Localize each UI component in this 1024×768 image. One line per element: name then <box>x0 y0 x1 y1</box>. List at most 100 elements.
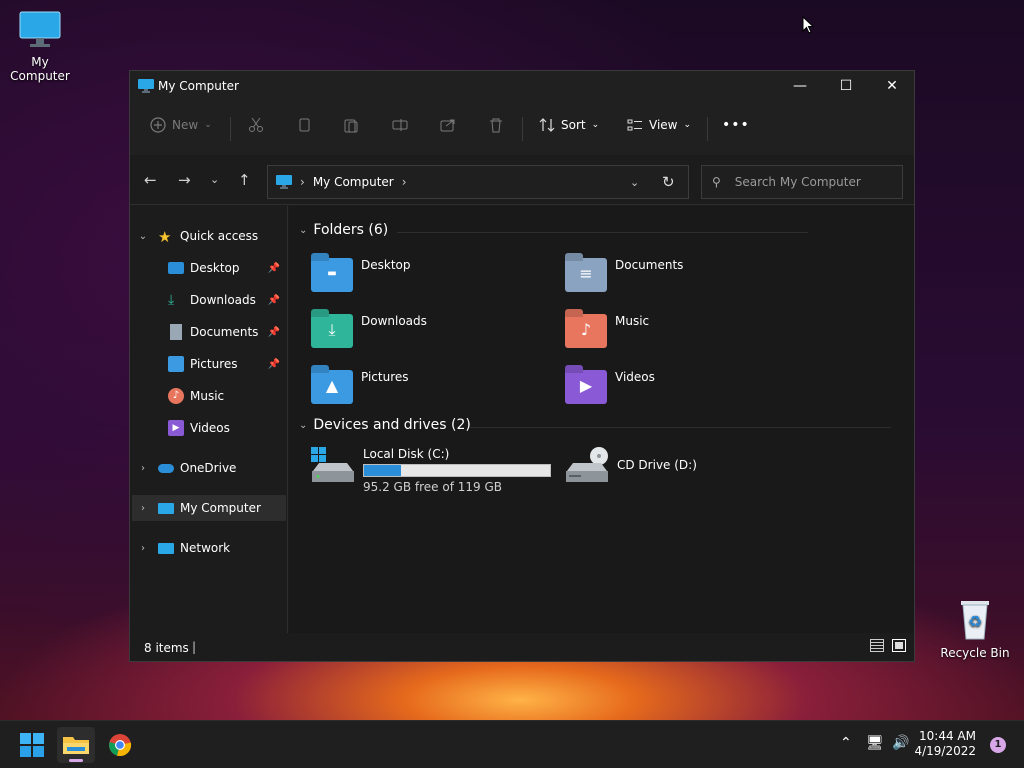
address-dropdown-icon[interactable]: ⌄ <box>630 176 639 189</box>
chevron-right-icon[interactable]: › <box>136 503 150 514</box>
cd-drive-icon <box>566 447 608 482</box>
sidebar-item-label: Quick access <box>180 229 259 243</box>
details-view-icon[interactable] <box>870 639 884 652</box>
new-label: New <box>172 118 199 132</box>
refresh-icon[interactable]: ↻ <box>662 173 675 191</box>
delete-button[interactable] <box>488 117 504 133</box>
volume-icon[interactable]: 🔊 <box>892 735 909 751</box>
desktop-icon-my-computer[interactable]: My Computer <box>0 10 80 83</box>
chevron-down-icon: ⌄ <box>683 120 692 130</box>
sort-icon <box>539 118 555 132</box>
more-options-button[interactable]: ••• <box>722 117 750 133</box>
sidebar-item-pictures[interactable]: Pictures 📌 <box>168 351 286 377</box>
windows-logo-icon <box>20 733 44 757</box>
paste-button[interactable] <box>343 117 359 133</box>
desktop-icon-label: Recycle Bin <box>940 646 1010 660</box>
sidebar-item-label: OneDrive <box>180 461 237 475</box>
drives-group-header[interactable]: ⌄ Devices and drives (2) <box>299 417 891 433</box>
view-label: View <box>649 118 678 132</box>
svg-text:♻: ♻ <box>968 612 982 631</box>
drive-tile-cd-drive-d[interactable]: CD Drive (D:) <box>565 447 697 483</box>
minimize-icon: — <box>793 78 807 94</box>
folder-label: Videos <box>615 370 655 384</box>
drive-tile-local-disk-c[interactable]: Local Disk (C:) 95.2 GB free of 119 GB <box>311 447 551 494</box>
sidebar-item-desktop[interactable]: Desktop 📌 <box>168 255 286 281</box>
rename-button[interactable] <box>392 117 408 133</box>
sidebar-item-videos[interactable]: ▶ Videos <box>168 415 286 441</box>
cut-button[interactable] <box>248 117 264 133</box>
navigation-bar: ← → ⌄ ↑ › My Computer › ⌄ ↻ ⚲ Search My … <box>130 155 914 205</box>
command-bar: New ⌄ Sort ⌄ View ⌄ ••• <box>130 103 914 155</box>
maximize-button[interactable]: ☐ <box>823 71 869 101</box>
desktop-icon-recycle-bin[interactable]: ♻ Recycle Bin <box>935 597 1015 660</box>
clock-date: 4/19/2022 <box>914 744 976 758</box>
recent-chevron-down-icon[interactable]: ⌄ <box>210 173 219 186</box>
close-button[interactable]: ✕ <box>869 71 915 101</box>
folder-tile-videos[interactable]: ▶ Videos <box>565 370 655 404</box>
sidebar-item-label: Videos <box>190 421 230 435</box>
folder-label: Documents <box>615 258 684 272</box>
title-bar[interactable]: My Computer — ☐ ✕ <box>130 71 914 103</box>
hard-drive-icon <box>311 447 354 482</box>
search-box[interactable]: ⚲ Search My Computer <box>701 165 903 199</box>
sort-button[interactable]: Sort ⌄ <box>539 117 599 133</box>
show-hidden-icons-chevron-up-icon[interactable]: ⌃ <box>840 735 852 751</box>
chevron-right-icon: › <box>300 175 305 189</box>
sidebar-item-downloads[interactable]: ⤓ Downloads 📌 <box>168 287 286 313</box>
folder-tile-desktop[interactable]: ▬ Desktop <box>311 258 411 292</box>
network-icon[interactable]: 🖥 <box>866 735 884 751</box>
tiles-view-icon[interactable] <box>892 639 906 652</box>
content-pane: ⌄ Folders (6) ▬ Desktop ≡ Documents ⤓ Do… <box>289 206 914 633</box>
folder-tile-pictures[interactable]: ▲ Pictures <box>311 370 409 404</box>
cloud-icon <box>158 463 174 473</box>
pin-icon: 📌 <box>267 358 280 370</box>
share-button[interactable] <box>440 117 456 133</box>
chevron-down-icon[interactable]: ⌄ <box>136 231 150 242</box>
chevron-right-icon: › <box>401 175 407 189</box>
view-button[interactable]: View ⌄ <box>627 117 691 133</box>
rename-icon <box>392 119 408 131</box>
start-button[interactable] <box>13 727 51 763</box>
minimize-button[interactable]: — <box>777 71 823 101</box>
sidebar-item-label: Network <box>180 541 231 555</box>
sidebar-item-label: Downloads <box>190 293 256 307</box>
folder-tile-documents[interactable]: ≡ Documents <box>565 258 683 292</box>
pin-icon: 📌 <box>267 326 280 338</box>
sidebar-item-my-computer[interactable]: › My Computer <box>132 495 286 521</box>
breadcrumb-my-computer[interactable]: My Computer <box>313 175 394 189</box>
desktop-icon-label: My Computer <box>10 55 70 83</box>
chevron-right-icon[interactable]: › <box>136 543 150 554</box>
sidebar-item-onedrive[interactable]: › OneDrive <box>136 455 292 481</box>
sort-label: Sort <box>561 118 586 132</box>
sidebar-item-documents[interactable]: Documents 📌 <box>168 319 286 345</box>
address-bar[interactable]: › My Computer › ⌄ ↻ <box>267 165 689 199</box>
folders-group-header[interactable]: ⌄ Folders (6) <box>299 222 809 238</box>
trash-icon <box>490 118 502 133</box>
folder-tile-music[interactable]: ♪ Music <box>565 314 649 348</box>
search-placeholder: Search My Computer <box>734 175 861 189</box>
file-explorer-taskbar-button[interactable] <box>57 727 95 763</box>
forward-arrow-icon[interactable]: → <box>178 171 191 189</box>
notification-badge[interactable]: 1 <box>990 737 1006 753</box>
toolbar-divider <box>522 117 523 141</box>
copy-button[interactable] <box>296 117 312 133</box>
folder-tile-downloads[interactable]: ⤓ Downloads <box>311 314 427 348</box>
network-icon <box>158 542 174 554</box>
sidebar-item-network[interactable]: › Network <box>136 535 292 561</box>
clock[interactable]: 10:44 AM 4/19/2022 <box>914 729 976 759</box>
star-icon: ★ <box>158 228 172 246</box>
chrome-taskbar-button[interactable] <box>101 727 139 763</box>
sidebar-item-quick-access[interactable]: ⌄ ★ Quick access <box>136 223 292 249</box>
sidebar-item-music[interactable]: ♪ Music <box>168 383 286 409</box>
desktop-folder-icon: ▬ <box>311 258 353 292</box>
back-arrow-icon[interactable]: ← <box>144 171 157 189</box>
chevron-down-icon: ⌄ <box>591 120 600 130</box>
up-arrow-icon[interactable]: ↑ <box>238 171 251 189</box>
scissors-icon <box>249 117 263 132</box>
search-icon: ⚲ <box>712 175 721 189</box>
new-button[interactable]: New ⌄ <box>150 117 212 133</box>
chevron-right-icon[interactable]: › <box>136 463 150 474</box>
picture-icon <box>168 356 184 372</box>
drive-usage-fill <box>364 465 402 476</box>
music-icon: ♪ <box>168 388 184 404</box>
